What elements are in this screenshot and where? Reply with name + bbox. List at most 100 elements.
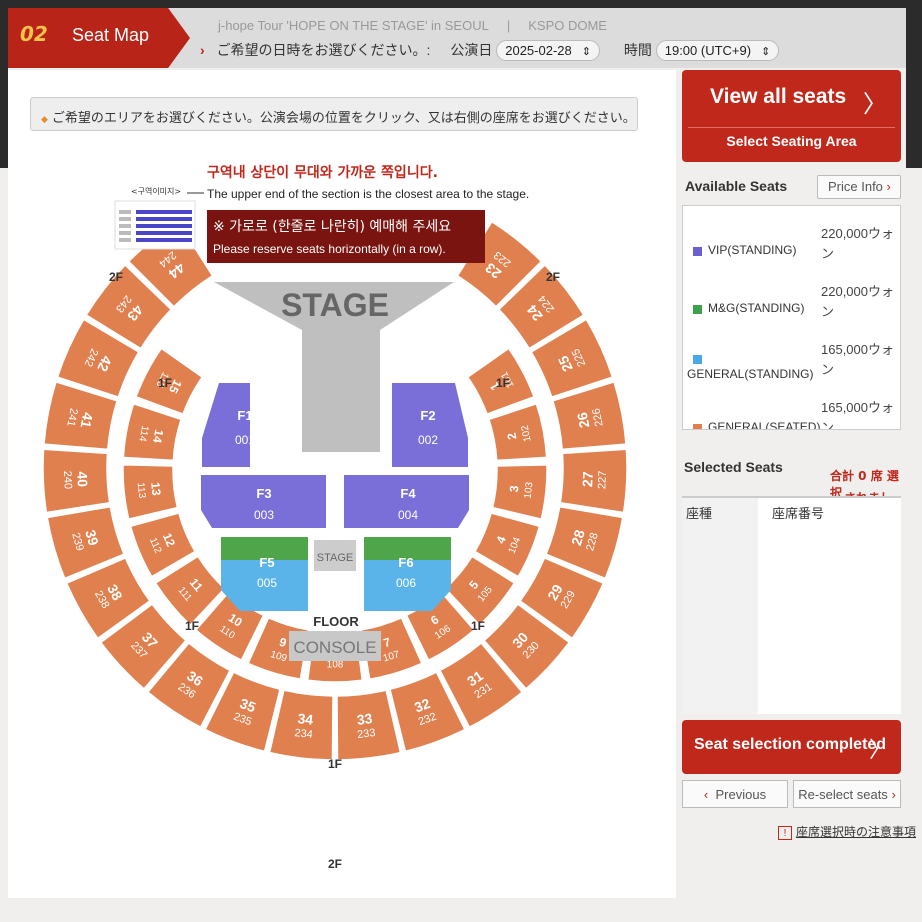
price-info-label: Price Info xyxy=(828,179,883,194)
date-prompt: ご希望の日時をお選びください。: xyxy=(216,42,431,58)
floor-section-f3[interactable]: F3 003 xyxy=(201,475,326,528)
section-number: 33 xyxy=(356,710,374,728)
seat-type-price: 220,000ウォン xyxy=(821,284,894,319)
time-select[interactable]: 19:00 (UTC+9) ⇕ xyxy=(655,40,780,61)
tour-title: j-hope Tour 'HOPE ON THE STAGE' in SEOUL xyxy=(218,18,489,33)
seat-type-row[interactable]: GENERAL(SEATED) 165,000ウォン xyxy=(683,380,900,430)
section-240[interactable]: 40240 xyxy=(42,448,111,514)
previous-button[interactable]: ‹ Previous xyxy=(682,780,788,808)
section-name: F6 xyxy=(398,555,413,570)
available-seats-list: VIP(STANDING) 220,000ウォン M&G(STANDING) 2… xyxy=(682,205,901,430)
seat-type-row[interactable]: GENERAL(STANDING) 165,000ウォン xyxy=(683,322,900,381)
banner-english: Please reserve seats horizontally (in a … xyxy=(213,242,446,256)
level-label-2f: 2F xyxy=(109,270,123,284)
step-badge: 02 Seat Map xyxy=(8,8,190,68)
available-seats-header: Available Seats Price Info › xyxy=(682,170,901,202)
section-code: 001 xyxy=(235,433,255,447)
section-113[interactable]: 13113 xyxy=(122,464,179,521)
notice-label: 座席選択時の注意事項 xyxy=(796,825,917,839)
right-dark-edge xyxy=(906,8,922,168)
price-info-button[interactable]: Price Info › xyxy=(817,175,901,199)
diamond-icon: ◆ xyxy=(41,114,48,124)
chevron-right-icon: 〉 xyxy=(868,738,891,763)
section-227[interactable]: 27 227 xyxy=(559,448,628,514)
floor-section-f5[interactable]: F5 005 xyxy=(221,537,308,611)
seat-number-column: 座席番号 xyxy=(758,498,901,714)
seat-type-price: 165,000ウォン xyxy=(821,342,894,377)
date-time-selector: › ご希望の日時をお選びください。: 公演日 2025-02-28 ⇕ 時間 19… xyxy=(200,40,900,66)
seat-type-row[interactable]: M&G(STANDING) 220,000ウォン xyxy=(683,264,900,322)
section-number: 40 xyxy=(74,471,91,487)
level-label-1f: 1F xyxy=(328,757,342,771)
available-seats-title: Available Seats xyxy=(685,178,788,194)
updown-caret-icon: ⇕ xyxy=(581,46,591,58)
date-label: 公演日 xyxy=(450,42,493,58)
floor-section-f2[interactable]: F2 002 xyxy=(392,383,468,467)
seat-type-price: 165,000ウォン xyxy=(821,400,894,430)
level-label-1f: 1F xyxy=(185,619,199,633)
seat-type-name: GENERAL(SEATED) xyxy=(708,420,821,430)
note-korean: 구역내 상단이 무대와 가까운 쪽입니다. xyxy=(207,164,438,181)
section-code: 240 xyxy=(61,470,74,489)
level-label-1f: 1F xyxy=(496,376,510,390)
view-all-label: View all seats xyxy=(710,85,847,108)
stage-label: STAGE xyxy=(281,287,389,323)
seat-type-name: M&G(STANDING) xyxy=(708,301,805,315)
section-code: 103 xyxy=(523,481,536,499)
column-seat-number: 座席番号 xyxy=(772,506,825,521)
section-name: F1 xyxy=(237,408,252,423)
section-number: 27 xyxy=(579,471,596,487)
section-code: 006 xyxy=(396,576,416,590)
venue-name: KSPO DOME xyxy=(528,18,607,33)
section-name: F2 xyxy=(420,408,435,423)
section-code: 227 xyxy=(596,470,609,489)
date-value: 2025-02-28 xyxy=(505,43,572,58)
section-code: 233 xyxy=(357,727,377,741)
section-name: F5 xyxy=(259,555,274,570)
date-select[interactable]: 2025-02-28 ⇕ xyxy=(496,40,600,61)
seat-type-price: 220,000ウォン xyxy=(821,226,894,261)
view-all-seats-button[interactable]: View all seats 〉 Select Seating Area xyxy=(682,70,901,162)
floor-section-f1[interactable]: F1 001 xyxy=(202,383,255,467)
section-name: F3 xyxy=(256,486,271,501)
select-area-label: Select Seating Area xyxy=(726,133,857,149)
time-value: 19:00 (UTC+9) xyxy=(664,43,752,58)
section-code: 234 xyxy=(294,727,314,741)
top-bar xyxy=(0,0,922,8)
tour-info: j-hope Tour 'HOPE ON THE STAGE' in SEOUL… xyxy=(218,18,607,33)
reselect-seats-button[interactable]: Re-select seats › xyxy=(793,780,901,808)
color-swatch xyxy=(693,247,702,256)
seat-type-name: GENERAL(STANDING) xyxy=(687,367,814,381)
section-number: 34 xyxy=(297,710,315,728)
separator: | xyxy=(506,18,511,33)
section-name: F4 xyxy=(400,486,416,501)
floor-section-f4[interactable]: F4 004 xyxy=(344,475,469,528)
seat-type-name: VIP(STANDING) xyxy=(708,243,797,257)
banner-korean: ※ 가로로 (한줄로 나란히) 예매해 주세요 xyxy=(213,219,451,235)
section-code: 108 xyxy=(327,660,344,671)
selected-seats-table: 座種 座席番号 xyxy=(682,496,901,714)
step-title: Seat Map xyxy=(72,25,150,45)
section-code: 113 xyxy=(135,482,148,499)
level-label-1f: 1F xyxy=(158,376,172,390)
section-number: 26 xyxy=(574,411,593,430)
section-234[interactable]: 34234 xyxy=(268,689,334,761)
section-233[interactable]: 33233 xyxy=(336,689,402,761)
section-103[interactable]: 3 103 xyxy=(491,464,548,521)
seat-map-area: 44 244 43 243 42 242 41 241 40 240 39 239 38 238 37 237… xyxy=(8,70,676,898)
divider xyxy=(688,127,895,128)
chevron-left-icon: ‹ xyxy=(703,787,709,802)
chevron-right-icon: › xyxy=(886,179,891,194)
floor-section-f6[interactable]: F6 006 xyxy=(364,537,451,611)
section-102[interactable]: 2 102 xyxy=(487,402,548,462)
seat-selection-notice-link[interactable]: ! 座席選択時の注意事項 xyxy=(778,823,916,840)
seat-selection-complete-button[interactable]: Seat selection completed 〉 xyxy=(682,720,901,774)
section-code: 002 xyxy=(418,433,438,447)
section-114[interactable]: 14114 xyxy=(122,402,183,462)
complete-label: Seat selection completed xyxy=(694,736,887,753)
section-code: 005 xyxy=(257,576,277,590)
section-code: 004 xyxy=(398,508,418,522)
section-code: 003 xyxy=(254,508,274,522)
seat-type-row[interactable]: VIP(STANDING) 220,000ウォン xyxy=(683,206,900,264)
chevron-right-icon: › xyxy=(891,787,896,802)
